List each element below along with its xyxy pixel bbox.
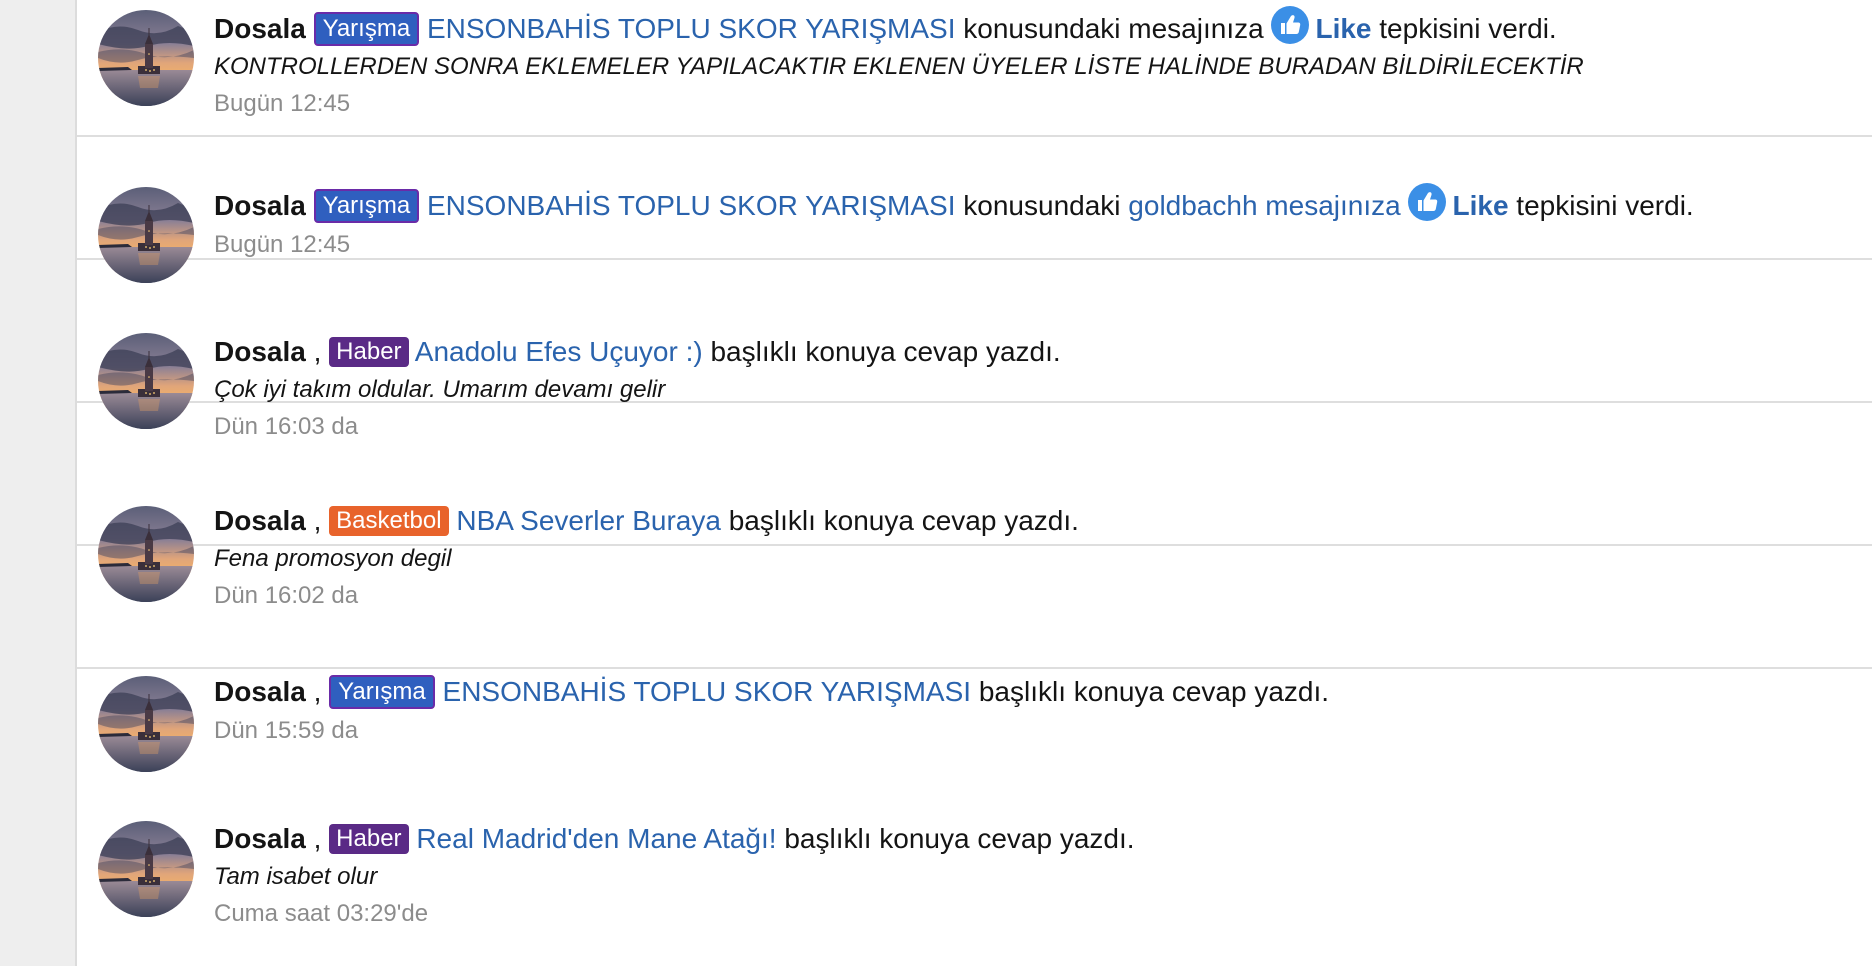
thumbs-up-icon: [1271, 6, 1309, 44]
alert-text: konusundaki: [963, 190, 1121, 221]
alert-item: Dosala , Haber Real Madrid'den Mane Atağ…: [77, 669, 1872, 927]
alert-headline: Dosala , Basketbol NBA Severler Buraya b…: [214, 501, 1852, 541]
thread-title-link[interactable]: ENSONBAHİS TOPLU SKOR YARIŞMASI: [427, 13, 956, 44]
alert-text: konusundaki mesajınıza: [963, 13, 1264, 44]
alert-time: Bugün 12:45: [214, 231, 351, 258]
thread-prefix-badge[interactable]: Yarışma: [313, 189, 420, 223]
username-link[interactable]: Dosala: [214, 336, 306, 367]
username-link[interactable]: Dosala: [214, 190, 306, 221]
thread-title-link[interactable]: ENSONBAHİS TOPLU SKOR YARIŞMASI: [427, 190, 956, 221]
avatar-image: [98, 10, 194, 106]
alert-content: Dosala Yarışma ENSONBAHİS TOPLU SKOR YAR…: [214, 183, 1852, 264]
alert-headline: Dosala Yarışma ENSONBAHİS TOPLU SKOR YAR…: [214, 183, 1852, 226]
reaction-like-label: Like: [1315, 13, 1372, 44]
separator: ,: [313, 823, 322, 854]
username-link[interactable]: Dosala: [214, 505, 306, 536]
avatar-image: [98, 821, 194, 917]
avatar[interactable]: [98, 10, 194, 106]
thread-title-link[interactable]: Real Madrid'den Mane Atağı!: [416, 823, 776, 854]
alert-text-end: tepkisini verdi.: [1516, 190, 1694, 221]
alert-item: Dosala Yarışma ENSONBAHİS TOPLU SKOR YAR…: [77, 0, 1872, 137]
alert-headline: Dosala , Haber Real Madrid'den Mane Atağ…: [214, 819, 1852, 859]
alert-text: başlıklı konuya cevap yazdı.: [710, 336, 1061, 367]
alert-item: Dosala , Yarışma ENSONBAHİS TOPLU SKOR Y…: [77, 546, 1872, 669]
alert-text-end: tepkisini verdi.: [1379, 13, 1557, 44]
post-link[interactable]: goldbachh mesajınıza: [1128, 190, 1400, 221]
reaction-like-label: Like: [1452, 190, 1509, 221]
separator: ,: [313, 505, 322, 536]
alert-headline: Dosala , Haber Anadolu Efes Uçuyor :) ba…: [214, 332, 1852, 372]
alert-item: Dosala Yarışma ENSONBAHİS TOPLU SKOR YAR…: [77, 137, 1872, 260]
thread-prefix-badge[interactable]: Haber: [329, 337, 409, 367]
alert-feed: Dosala Yarışma ENSONBAHİS TOPLU SKOR YAR…: [77, 0, 1872, 966]
left-gutter: [0, 0, 77, 966]
alert-content: Dosala Yarışma ENSONBAHİS TOPLU SKOR YAR…: [214, 6, 1852, 123]
thread-title-link[interactable]: NBA Severler Buraya: [456, 505, 721, 536]
alert-time: Bugün 12:45: [214, 90, 351, 117]
page: Dosala Yarışma ENSONBAHİS TOPLU SKOR YAR…: [0, 0, 1872, 966]
username-link[interactable]: Dosala: [214, 823, 306, 854]
alert-snippet: Tam isabet olur: [214, 863, 378, 890]
alert-headline: Dosala Yarışma ENSONBAHİS TOPLU SKOR YAR…: [214, 6, 1852, 49]
thread-prefix-badge[interactable]: Haber: [329, 824, 409, 854]
alert-snippet: KONTROLLERDEN SONRA EKLEMELER YAPILACAKT…: [214, 53, 1584, 80]
separator: ,: [313, 336, 322, 367]
alert-time: Cuma saat 03:29'de: [214, 900, 429, 927]
alert-item: Dosala , Haber Anadolu Efes Uçuyor :) ba…: [77, 260, 1872, 440]
alert-text: başlıklı konuya cevap yazdı.: [728, 505, 1079, 536]
thread-title-link[interactable]: Anadolu Efes Uçuyor :): [415, 336, 703, 367]
alert-text: başlıklı konuya cevap yazdı.: [784, 823, 1135, 854]
thumbs-up-icon: [1408, 183, 1446, 221]
alert-content: Dosala , Haber Real Madrid'den Mane Atağ…: [214, 819, 1852, 933]
alert-item: Dosala , Basketbol NBA Severler Buraya b…: [77, 403, 1872, 609]
thread-prefix-badge[interactable]: Yarışma: [313, 12, 420, 46]
avatar[interactable]: [98, 821, 194, 917]
username-link[interactable]: Dosala: [214, 13, 306, 44]
thread-prefix-badge[interactable]: Basketbol: [329, 506, 449, 536]
